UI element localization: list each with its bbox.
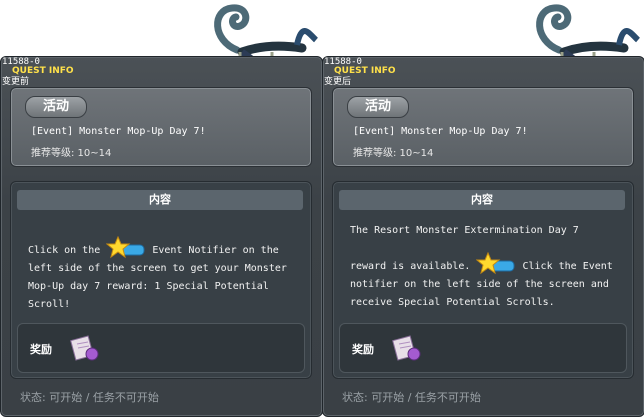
quest-description: The Resort Monster Extermination Day 7 r…	[350, 222, 620, 312]
recommended-level: 推荐等级: 10~14	[353, 148, 434, 159]
description-line: The Resort Monster Extermination Day 7	[350, 225, 579, 236]
quest-header: 活动 [Event] Monster Mop-Up Day 7! 推荐等级: 1…	[332, 87, 634, 167]
recommended-level: 推荐等级: 10~14	[31, 148, 112, 159]
potential-scroll-icon[interactable]	[68, 332, 100, 362]
quest-description: Click on the Event Notifier on the left …	[28, 236, 298, 314]
description-text: Click on the	[28, 245, 101, 256]
quest-info-label: QUEST INFO	[334, 66, 396, 76]
quest-status: 状态: 可开始 / 任务不可开始	[20, 391, 159, 404]
quest-panel-before: 11588-0 QUEST INFO 变更前 活动 [Event] Monste…	[0, 0, 323, 417]
potential-scroll-icon[interactable]	[390, 332, 422, 362]
reward-label: 奖励	[30, 343, 52, 356]
category-tag: 活动	[25, 96, 87, 118]
quest-panel-after: 11588-0 QUEST INFO 变更后 活动 [Event] Monste…	[322, 0, 644, 417]
reward-label: 奖励	[352, 343, 374, 356]
reward-box: 奖励	[339, 323, 627, 373]
content-header: 内容	[339, 190, 625, 210]
quest-info-label: QUEST INFO	[12, 66, 74, 76]
quest-title: [Event] Monster Mop-Up Day 7!	[353, 126, 528, 137]
quest-header: 活动 [Event] Monster Mop-Up Day 7! 推荐等级: 1…	[10, 87, 312, 167]
quest-title: [Event] Monster Mop-Up Day 7!	[31, 126, 206, 137]
quest-status: 状态: 可开始 / 任务不可开始	[342, 391, 481, 404]
event-notifier-star-icon[interactable]	[106, 236, 146, 260]
reward-box: 奖励	[17, 323, 305, 373]
quest-content: 内容 Click on the Event Notifier on the le…	[10, 181, 312, 379]
description-text: reward is available.	[350, 261, 471, 272]
content-header: 内容	[17, 190, 303, 210]
category-tag: 活动	[347, 96, 409, 118]
quest-content: 内容 The Resort Monster Extermination Day …	[332, 181, 634, 379]
event-notifier-star-icon[interactable]	[476, 252, 516, 276]
